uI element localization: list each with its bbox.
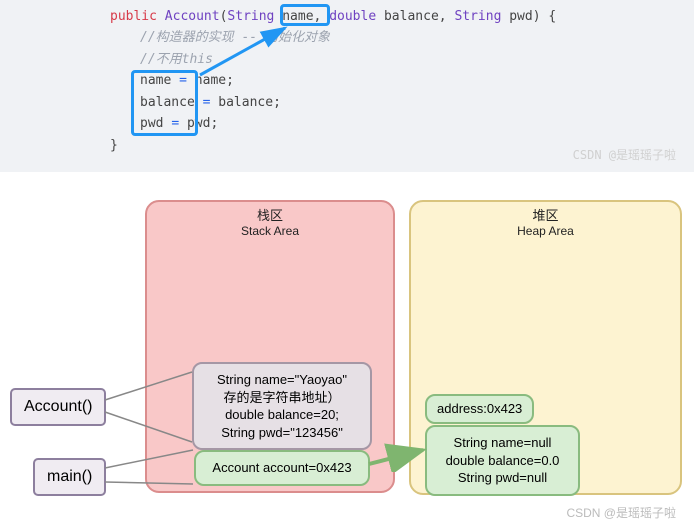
main-call-box: main() — [33, 458, 106, 496]
code-line-1: public Account(String name, double balan… — [110, 6, 694, 27]
type-string2: String — [454, 9, 501, 24]
watermark-2: CSDN @是瑶瑶子啦 — [566, 504, 676, 521]
type-double: double — [329, 9, 376, 24]
comment-2: //不用this — [110, 49, 694, 70]
stack-frame-account: String name="Yaoyao" 存的是字符串地址） double ba… — [192, 362, 372, 450]
highlight-box-vars — [131, 70, 198, 136]
heap-title: 堆区 Heap Area — [411, 202, 680, 241]
heap-object: String name=null double balance=0.0 Stri… — [425, 425, 580, 496]
param-balance: balance — [384, 9, 439, 24]
stack-frame-main: Account account=0x423 — [194, 450, 370, 486]
comment-1: //构造器的实现 -- 初始化对象 — [110, 27, 694, 48]
class-name: Account — [165, 9, 220, 24]
type-string: String — [227, 9, 274, 24]
pointer-arrow — [365, 442, 435, 472]
code-block: public Account(String name, double balan… — [0, 0, 694, 172]
highlight-box-param — [280, 4, 330, 26]
stack-title: 栈区 Stack Area — [147, 202, 393, 241]
memory-diagram: 栈区 Stack Area 堆区 Heap Area String name="… — [0, 172, 694, 527]
watermark-1: CSDN @是瑶瑶子啦 — [573, 146, 676, 166]
account-call-box: Account() — [10, 388, 106, 426]
keyword-public: public — [110, 9, 157, 24]
heap-address-label: address:0x423 — [425, 394, 534, 424]
param-pwd: pwd — [509, 9, 532, 24]
